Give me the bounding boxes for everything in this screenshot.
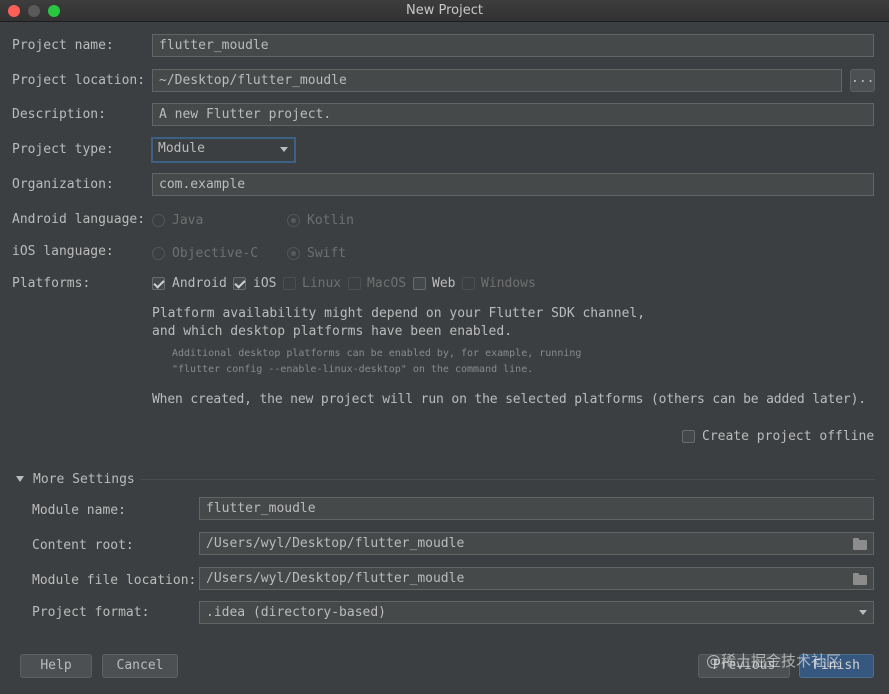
window-title: New Project — [406, 3, 483, 18]
content-root-value: /Users/wyl/Desktop/flutter_moudle — [206, 536, 465, 551]
android-platform-label: Android — [172, 276, 227, 291]
objective-c-radio[interactable] — [152, 247, 165, 260]
chevron-down-icon — [280, 147, 288, 152]
project-name-input[interactable]: flutter_moudle — [152, 34, 874, 57]
content-root-input[interactable]: /Users/wyl/Desktop/flutter_moudle — [199, 532, 874, 555]
title-bar: New Project — [0, 0, 889, 22]
folder-icon[interactable] — [853, 573, 867, 585]
project-format-label: Project format: — [32, 605, 150, 620]
description-input[interactable]: A new Flutter project. — [152, 103, 874, 126]
ios-language-label: iOS language: — [12, 244, 114, 259]
project-name-label: Project name: — [12, 38, 114, 53]
project-location-input[interactable]: ~/Desktop/flutter_moudle — [152, 69, 842, 92]
collapse-triangle-icon[interactable] — [16, 476, 24, 482]
linux-platform-label: Linux — [302, 276, 342, 291]
watermark: @稀土掘金技术社区 — [706, 652, 842, 670]
platform-availability-note: Platform availability might depend on yo… — [152, 306, 646, 321]
browse-location-button[interactable]: ... — [850, 69, 875, 92]
project-format-select[interactable]: .idea (directory-based) — [199, 601, 874, 624]
macos-platform-label: MacOS — [367, 276, 407, 291]
windows-checkbox[interactable] — [462, 277, 475, 290]
organization-input[interactable]: com.example — [152, 173, 874, 196]
module-name-label: Module name: — [32, 503, 126, 518]
organization-label: Organization: — [12, 177, 114, 192]
objective-c-label: Objective-C — [172, 246, 259, 261]
module-file-location-input[interactable]: /Users/wyl/Desktop/flutter_moudle — [199, 567, 874, 590]
android-checkbox[interactable] — [152, 277, 165, 290]
created-platforms-note: When created, the new project will run o… — [152, 392, 866, 407]
folder-icon[interactable] — [853, 538, 867, 550]
help-button[interactable]: Help — [20, 654, 92, 678]
windows-platform-label: Windows — [481, 276, 536, 291]
project-type-value: Module — [158, 141, 205, 156]
module-file-location-value: /Users/wyl/Desktop/flutter_moudle — [206, 571, 465, 586]
java-label: Java — [172, 213, 204, 228]
cancel-button[interactable]: Cancel — [102, 654, 178, 678]
create-offline-checkbox[interactable] — [682, 430, 695, 443]
content-root-label: Content root: — [32, 538, 134, 553]
more-settings-header[interactable]: More Settings — [33, 472, 135, 487]
macos-checkbox[interactable] — [348, 277, 361, 290]
module-file-location-label: Module file location: — [32, 573, 197, 588]
platforms-label: Platforms: — [12, 276, 91, 291]
java-radio[interactable] — [152, 214, 165, 227]
module-name-input[interactable]: flutter_moudle — [199, 497, 874, 520]
section-divider — [140, 479, 875, 480]
web-platform-label: Web — [432, 276, 456, 291]
android-language-label: Android language: — [12, 212, 146, 227]
project-type-select[interactable]: Module — [151, 137, 296, 163]
ios-checkbox[interactable] — [233, 277, 246, 290]
kotlin-radio[interactable] — [287, 214, 300, 227]
create-offline-label: Create project offline — [702, 429, 875, 444]
kotlin-label: Kotlin — [307, 213, 354, 228]
project-type-label: Project type: — [12, 142, 114, 157]
ios-platform-label: iOS — [253, 276, 277, 291]
platform-enabled-note: and which desktop platforms have been en… — [152, 324, 513, 339]
swift-label: Swift — [307, 246, 347, 261]
chevron-down-icon — [859, 610, 867, 615]
linux-checkbox[interactable] — [283, 277, 296, 290]
description-label: Description: — [12, 107, 106, 122]
swift-radio[interactable] — [287, 247, 300, 260]
project-format-value: .idea (directory-based) — [206, 605, 387, 620]
project-location-label: Project location: — [12, 73, 146, 88]
web-checkbox[interactable] — [413, 277, 426, 290]
desktop-platform-hint: Additional desktop platforms can be enab… — [172, 348, 582, 359]
flutter-config-hint: "flutter config --enable-linux-desktop" … — [172, 364, 534, 375]
